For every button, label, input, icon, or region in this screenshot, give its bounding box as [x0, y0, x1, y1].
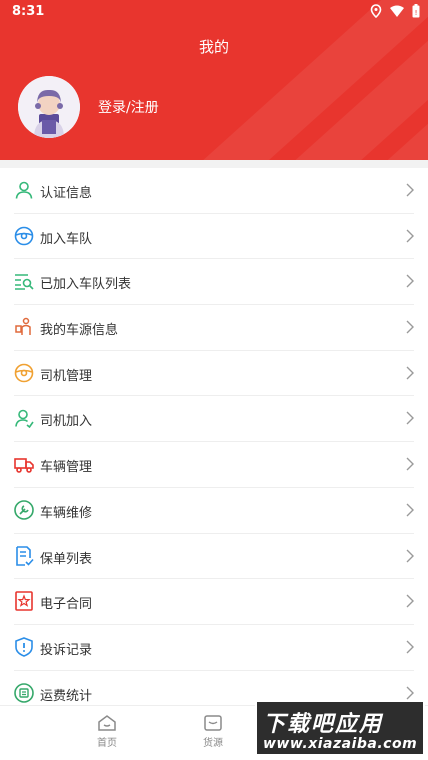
wifi-icon — [390, 5, 404, 17]
menu-item-join-fleet[interactable]: 加入车队 — [14, 214, 414, 260]
menu-item-label: 运费统计 — [40, 688, 93, 704]
location-icon — [370, 4, 382, 18]
menu-item-my-vehicle-source[interactable]: 我的车源信息 — [14, 305, 414, 351]
steering-wheel-icon — [14, 363, 34, 383]
tab-home-label: 首页 — [97, 738, 117, 749]
watermark-logo: 下载吧应用 www.xiazaiba.com — [255, 700, 425, 756]
default-avatar-icon — [18, 76, 80, 138]
avatar[interactable] — [18, 76, 80, 138]
list-search-icon — [15, 274, 34, 291]
cargo-person-icon — [15, 317, 31, 336]
menu-item-label: 投诉记录 — [40, 642, 93, 658]
chevron-right-icon — [406, 229, 414, 243]
chevron-right-icon — [406, 457, 414, 471]
add-person-icon — [15, 410, 34, 429]
menu-item-certification[interactable]: 认证信息 — [14, 168, 414, 214]
menu-item-label: 车辆管理 — [40, 460, 93, 476]
tab-home[interactable]: 首页 — [77, 714, 137, 749]
menu-item-label: 司机管理 — [40, 368, 93, 384]
profile-header: 8:31 ! 我的 登录/注册 — [0, 0, 428, 160]
page-title: 我的 — [198, 38, 229, 56]
chevron-right-icon — [406, 686, 414, 700]
tab-cargo-label: 货源 — [203, 738, 223, 749]
menu-item-joined-fleets[interactable]: 已加入车队列表 — [14, 259, 414, 306]
menu-item-label: 司机加入 — [40, 414, 93, 430]
menu-item-label: 加入车队 — [40, 231, 93, 247]
chevron-right-icon — [406, 183, 414, 197]
menu-item-label: 保单列表 — [40, 551, 93, 567]
menu-item-label: 认证信息 — [40, 186, 93, 201]
login-register-link[interactable]: 登录/注册 — [98, 97, 159, 117]
chevron-right-icon — [406, 594, 414, 608]
status-time: 8:31 — [12, 4, 45, 19]
chevron-right-icon — [406, 411, 414, 425]
freight-stats-icon — [14, 682, 34, 703]
menu-item-label: 电子合同 — [40, 597, 93, 613]
cargo-icon — [204, 715, 222, 731]
menu-item-label: 车辆维修 — [40, 505, 93, 521]
steering-wheel-icon — [14, 226, 34, 245]
menu-item-label: 已加入车队列表 — [40, 277, 132, 293]
wrench-icon — [14, 500, 34, 520]
section-divider — [0, 160, 428, 168]
person-icon — [15, 181, 33, 199]
svg-text:!: ! — [415, 9, 418, 17]
shield-alert-icon — [15, 637, 33, 657]
chevron-right-icon — [406, 503, 414, 517]
tab-cargo[interactable]: 货源 — [183, 714, 243, 749]
chevron-right-icon — [406, 549, 414, 562]
menu-item-vehicle-repair[interactable]: 车辆维修 — [14, 488, 414, 534]
document-check-icon — [16, 545, 34, 566]
watermark-title: 下载吧应用 — [263, 712, 384, 737]
menu-item-driver-join[interactable]: 司机加入 — [14, 396, 414, 443]
status-icons: ! — [370, 4, 420, 18]
menu-item-complaints[interactable]: 投诉记录 — [14, 625, 414, 671]
menu-item-policy-list[interactable]: 保单列表 — [14, 534, 414, 580]
status-bar: 8:31 ! — [0, 0, 428, 24]
menu-item-label: 我的车源信息 — [40, 323, 119, 339]
home-icon — [98, 715, 116, 731]
truck-icon — [14, 458, 34, 473]
menu-item-e-contract[interactable]: 电子合同 — [14, 579, 414, 625]
menu-list: 认证信息 加入车队 已加入车队列表 我的车源信息 司机管理 司机加入 车辆管理 … — [0, 168, 428, 716]
chevron-right-icon — [406, 640, 414, 654]
watermark-url: www.xiazaiba.com — [263, 736, 418, 752]
chevron-right-icon — [406, 320, 414, 334]
chevron-right-icon — [406, 366, 414, 380]
battery-icon: ! — [412, 4, 420, 18]
chevron-right-icon — [406, 274, 414, 288]
contract-icon — [15, 591, 33, 611]
menu-item-vehicle-management[interactable]: 车辆管理 — [14, 442, 414, 488]
menu-item-driver-management[interactable]: 司机管理 — [14, 351, 414, 397]
